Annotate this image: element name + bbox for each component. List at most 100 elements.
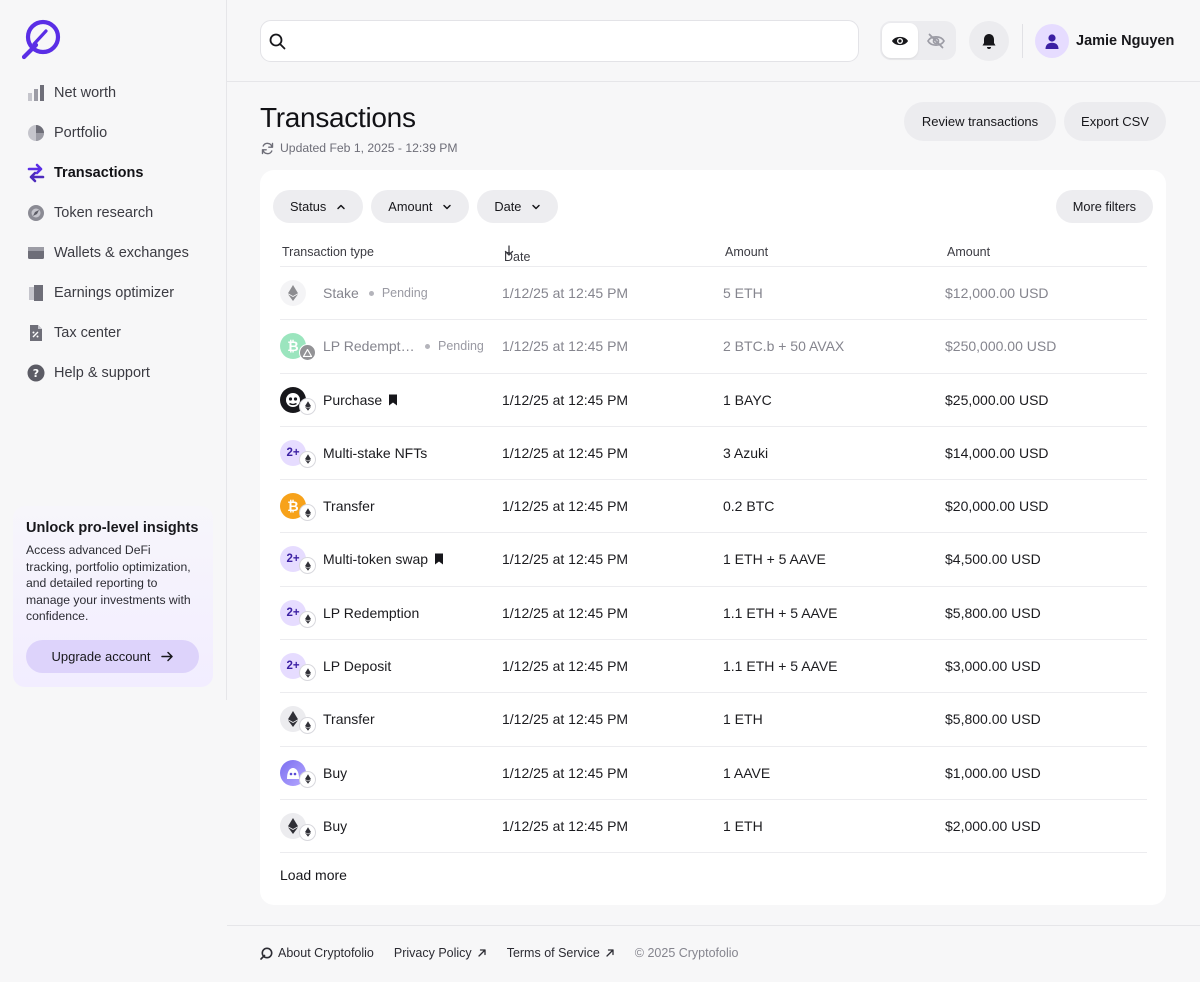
wallet-icon — [26, 243, 46, 263]
column-amount-usd[interactable]: Amount — [947, 245, 990, 259]
transaction-type-label: Multi-stake NFTs — [323, 444, 428, 461]
user-menu[interactable]: Jamie Nguyen — [1035, 24, 1174, 58]
transaction-usd-value: $20,000.00 USD — [945, 498, 1049, 515]
transaction-date: 1/12/25 at 12:45 PM — [502, 444, 629, 461]
column-transaction-type[interactable]: Transaction type — [282, 245, 374, 259]
status-dot — [368, 290, 374, 296]
transaction-type-label: LP Redemption — [323, 604, 420, 621]
user-icon — [1045, 33, 1059, 49]
column-date[interactable]: Date — [504, 245, 530, 264]
sidebar-item-label: Token research — [54, 205, 154, 221]
transaction-type: Buy — [323, 818, 347, 834]
bell-icon — [982, 33, 996, 49]
table-row[interactable]: 2+ LP Deposit 1/12/25 at 12:45 PM 1.1 ETH +… — [280, 640, 1147, 694]
column-amount[interactable]: Amount — [725, 245, 768, 259]
transaction-amount: 1 AAVE — [723, 764, 771, 781]
sidebar-item-help[interactable]: ? Help & support — [26, 360, 216, 386]
search-input[interactable] — [294, 33, 834, 49]
ethereum-chain-icon — [299, 397, 316, 415]
sidebar: Net worth Portfolio Transactions Token r… — [0, 0, 227, 700]
bookmark-icon — [389, 394, 398, 406]
avatar — [1035, 24, 1069, 58]
eye-off-icon — [927, 33, 945, 48]
table-row[interactable]: 2+ LP Redemption 1/12/25 at 12:45 PM 1.1 ET… — [280, 587, 1147, 641]
table-row[interactable]: ₿ LP Redemption Pending 1/12/25 at 12:45 PM… — [280, 320, 1147, 374]
sidebar-item-token-research[interactable]: Token research — [26, 200, 216, 226]
amount-filter-label: Amount — [388, 199, 433, 214]
last-updated-text: Updated Feb 1, 2025 - 12:39 PM — [280, 141, 458, 155]
amount-filter[interactable]: Amount — [371, 190, 470, 223]
transaction-date: 1/12/25 at 12:45 PM — [502, 711, 629, 728]
transaction-type: Multi-token swap — [323, 551, 444, 567]
transaction-type-label: LP Deposit — [323, 658, 392, 675]
privacy-policy-link[interactable]: Privacy Policy — [394, 946, 487, 960]
copyright: © 2025 Cryptofolio — [634, 946, 739, 960]
sidebar-item-label: Transactions — [54, 165, 144, 181]
sidebar-item-label: Earnings optimizer — [54, 285, 175, 301]
table-row[interactable]: Transfer 1/12/25 at 12:45 PM 1 ETH $5,800.0… — [280, 693, 1147, 747]
transaction-amount: 0.2 BTC — [723, 498, 775, 515]
date-filter-label: Date — [494, 199, 522, 214]
transaction-amount: 2 BTC.b + 50 AVAX — [723, 338, 845, 355]
upgrade-account-button[interactable]: Upgrade account — [26, 640, 199, 673]
transaction-type-label: Transfer — [323, 498, 375, 515]
sidebar-item-label: Help & support — [54, 365, 150, 381]
table-row[interactable]: 2+ Multi-token swap 1/12/25 at 12:45 PM 1 E… — [280, 533, 1147, 587]
cryptofolio-logo[interactable] — [20, 18, 62, 60]
transaction-type: Stake Pending — [323, 285, 428, 301]
transaction-date: 1/12/25 at 12:45 PM — [502, 285, 629, 301]
promo-body: Access advanced DeFi tracking, portfolio… — [26, 543, 191, 623]
terms-of-service-link[interactable]: Terms of Service — [507, 946, 615, 960]
pie-chart-icon — [26, 123, 46, 143]
token-icons: ₿ — [280, 333, 320, 362]
transaction-type-label: LP Redemption — [323, 338, 415, 355]
help-circle-icon: ? — [26, 363, 46, 383]
table-row[interactable]: 2+ Multi-stake NFTs 1/12/25 at 12:45 PM 3 A… — [280, 427, 1147, 481]
table-row[interactable]: Buy 1/12/25 at 12:45 PM 1 AAVE $1,000.00 US… — [280, 747, 1147, 800]
review-transactions-button[interactable]: Review transactions — [904, 102, 1056, 141]
transaction-type: Transfer — [323, 498, 375, 514]
refresh-icon[interactable] — [261, 142, 274, 155]
table-row[interactable]: Buy 1/12/25 at 12:45 PM 1 ETH $2,000.00 USD — [280, 800, 1147, 854]
last-updated: Updated Feb 1, 2025 - 12:39 PM — [261, 141, 458, 155]
table-row[interactable]: Stake Pending 1/12/25 at 12:45 PM 5 ETH $12,… — [280, 267, 1147, 321]
sidebar-item-transactions[interactable]: Transactions — [26, 160, 216, 186]
transactions-card: Status Amount Date More filters Transact… — [260, 170, 1166, 905]
date-filter[interactable]: Date — [477, 190, 559, 223]
transaction-usd-value: $5,800.00 USD — [945, 604, 1041, 621]
token-icons: 2+ — [280, 599, 320, 628]
load-more-button[interactable]: Load more — [280, 867, 347, 883]
ethereum-chain-icon — [299, 717, 316, 735]
transaction-amount: 1 ETH + 5 AAVE — [723, 551, 826, 568]
export-csv-button[interactable]: Export CSV — [1064, 102, 1166, 141]
ethereum-chain-icon — [299, 610, 316, 628]
external-link-icon — [606, 949, 614, 957]
transaction-type: Transfer — [323, 711, 375, 727]
sidebar-item-tax-center[interactable]: Tax center — [26, 320, 216, 346]
transaction-usd-value: $250,000.00 USD — [945, 338, 1057, 355]
sidebar-item-portfolio[interactable]: Portfolio — [26, 120, 216, 146]
table-row[interactable]: Purchase 1/12/25 at 12:45 PM 1 BAYC $25,000… — [280, 374, 1147, 427]
show-balances-button[interactable] — [882, 23, 918, 58]
hide-balances-button[interactable] — [918, 23, 954, 58]
token-icons — [280, 280, 320, 308]
notifications-button[interactable] — [969, 21, 1009, 61]
sidebar-item-label: Wallets & exchanges — [54, 245, 189, 261]
sidebar-item-wallets[interactable]: Wallets & exchanges — [26, 240, 216, 266]
status-filter[interactable]: Status — [273, 190, 364, 223]
chevron-down-icon — [443, 204, 452, 209]
transaction-amount: 1 ETH — [723, 711, 763, 728]
token-icons: 2+ — [280, 439, 320, 468]
search-box[interactable] — [260, 20, 859, 62]
sidebar-item-earnings-optimizer[interactable]: Earnings optimizer — [26, 280, 216, 306]
table-row[interactable]: ₿ Transfer 1/12/25 at 12:45 PM 0.2 BTC $20,0… — [280, 480, 1147, 534]
column-date-label: Date — [504, 250, 531, 264]
ethereum-chain-icon — [299, 504, 316, 522]
token-icons — [280, 812, 320, 841]
arrow-right-icon — [160, 651, 173, 662]
ethereum-chain-icon — [299, 664, 316, 682]
more-filters-button[interactable]: More filters — [1055, 190, 1153, 223]
user-name: Jamie Nguyen — [1076, 33, 1175, 49]
sidebar-item-net-worth[interactable]: Net worth — [26, 80, 216, 106]
about-link[interactable]: About Cryptofolio — [260, 946, 374, 960]
